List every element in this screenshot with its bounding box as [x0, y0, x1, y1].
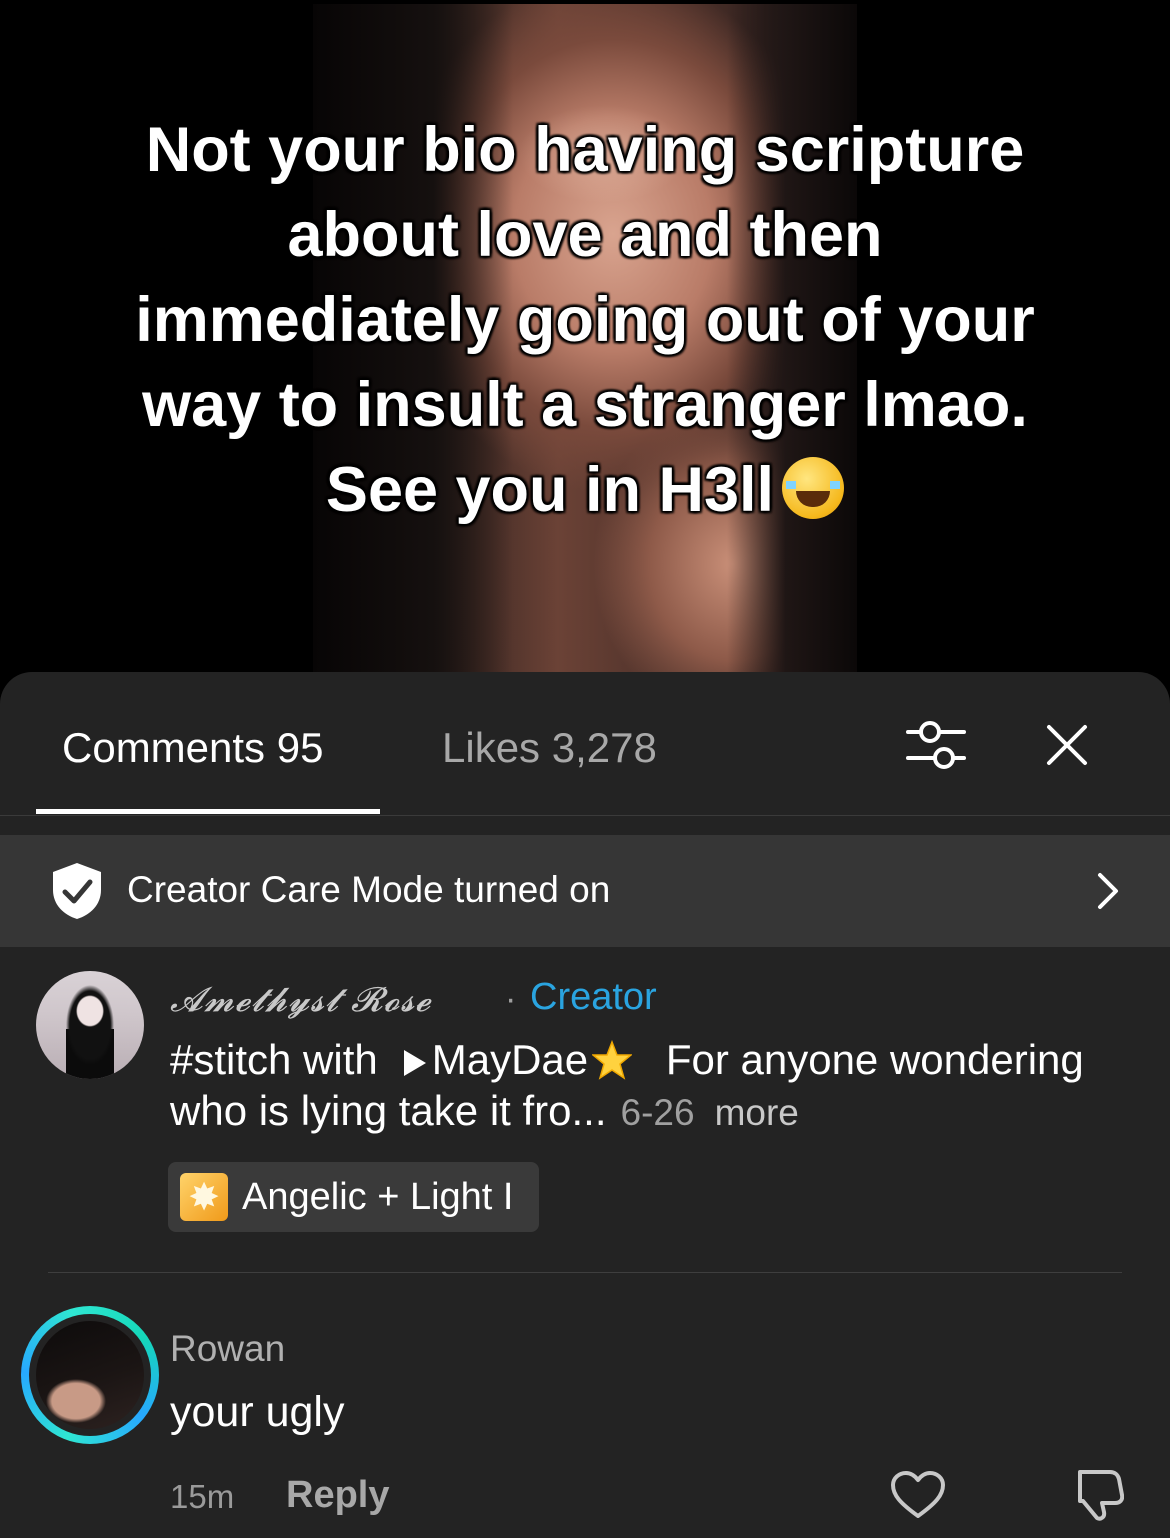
tabs-divider — [0, 815, 1170, 816]
close-icon[interactable] — [1044, 722, 1090, 768]
tab-likes[interactable]: Likes 3,278 — [442, 724, 657, 772]
mention-link[interactable]: MayDae — [432, 1036, 588, 1083]
comments-tabs: Comments 95 Likes 3,278 — [0, 672, 1170, 816]
shield-check-icon — [53, 863, 101, 919]
creator-avatar[interactable] — [36, 971, 144, 1079]
sliders-icon[interactable] — [906, 717, 966, 773]
active-tab-indicator — [36, 809, 380, 814]
creator-avatar-figure — [66, 985, 114, 1079]
video-player[interactable]: Not your bio having scripture about love… — [0, 0, 1170, 690]
comment-text: #stitch with MayDae For anyone wondering … — [170, 1034, 1130, 1138]
chevron-right-icon — [1098, 873, 1118, 909]
comment-divider — [48, 1272, 1122, 1273]
comment-author[interactable]: 𝓐𝓶𝓮𝓽𝓱𝔂𝓼𝓽 𝓡𝓸𝓼𝓮 — [170, 980, 432, 1020]
laughing-emoji-icon — [782, 457, 845, 519]
video-caption-text: Not your bio having scripture about love… — [135, 115, 1035, 525]
sound-chip[interactable]: Angelic + Light I — [168, 1162, 540, 1232]
dislike-icon[interactable] — [1066, 1468, 1124, 1522]
tab-comments[interactable]: Comments 95 — [62, 724, 323, 772]
author-separator: · — [505, 980, 517, 1018]
comments-panel: Comments 95 Likes 3,278 Creator Care Mod… — [0, 672, 1170, 1538]
comment-text: your ugly — [170, 1388, 345, 1436]
play-icon — [403, 1050, 426, 1076]
comment-author[interactable]: Rowan — [170, 1328, 285, 1370]
creator-badge: Creator — [530, 976, 657, 1018]
comment-time: 15m — [170, 1478, 235, 1515]
more-link[interactable]: more — [715, 1092, 799, 1133]
comment-date: 6-26 — [620, 1092, 695, 1133]
heart-icon[interactable] — [890, 1470, 946, 1520]
reply-button[interactable]: Reply — [286, 1474, 389, 1517]
star-icon — [592, 1040, 633, 1080]
video-caption: Not your bio having scripture about love… — [120, 108, 1050, 533]
creator-care-text: Creator Care Mode turned on — [127, 869, 611, 910]
stitch-hashtag[interactable]: #stitch with — [170, 1036, 378, 1083]
sound-label: Angelic + Light I — [242, 1175, 514, 1218]
commenter-avatar[interactable] — [36, 1321, 144, 1429]
creator-care-bar[interactable]: Creator Care Mode turned on — [0, 835, 1170, 947]
sparkle-icon — [180, 1173, 228, 1221]
